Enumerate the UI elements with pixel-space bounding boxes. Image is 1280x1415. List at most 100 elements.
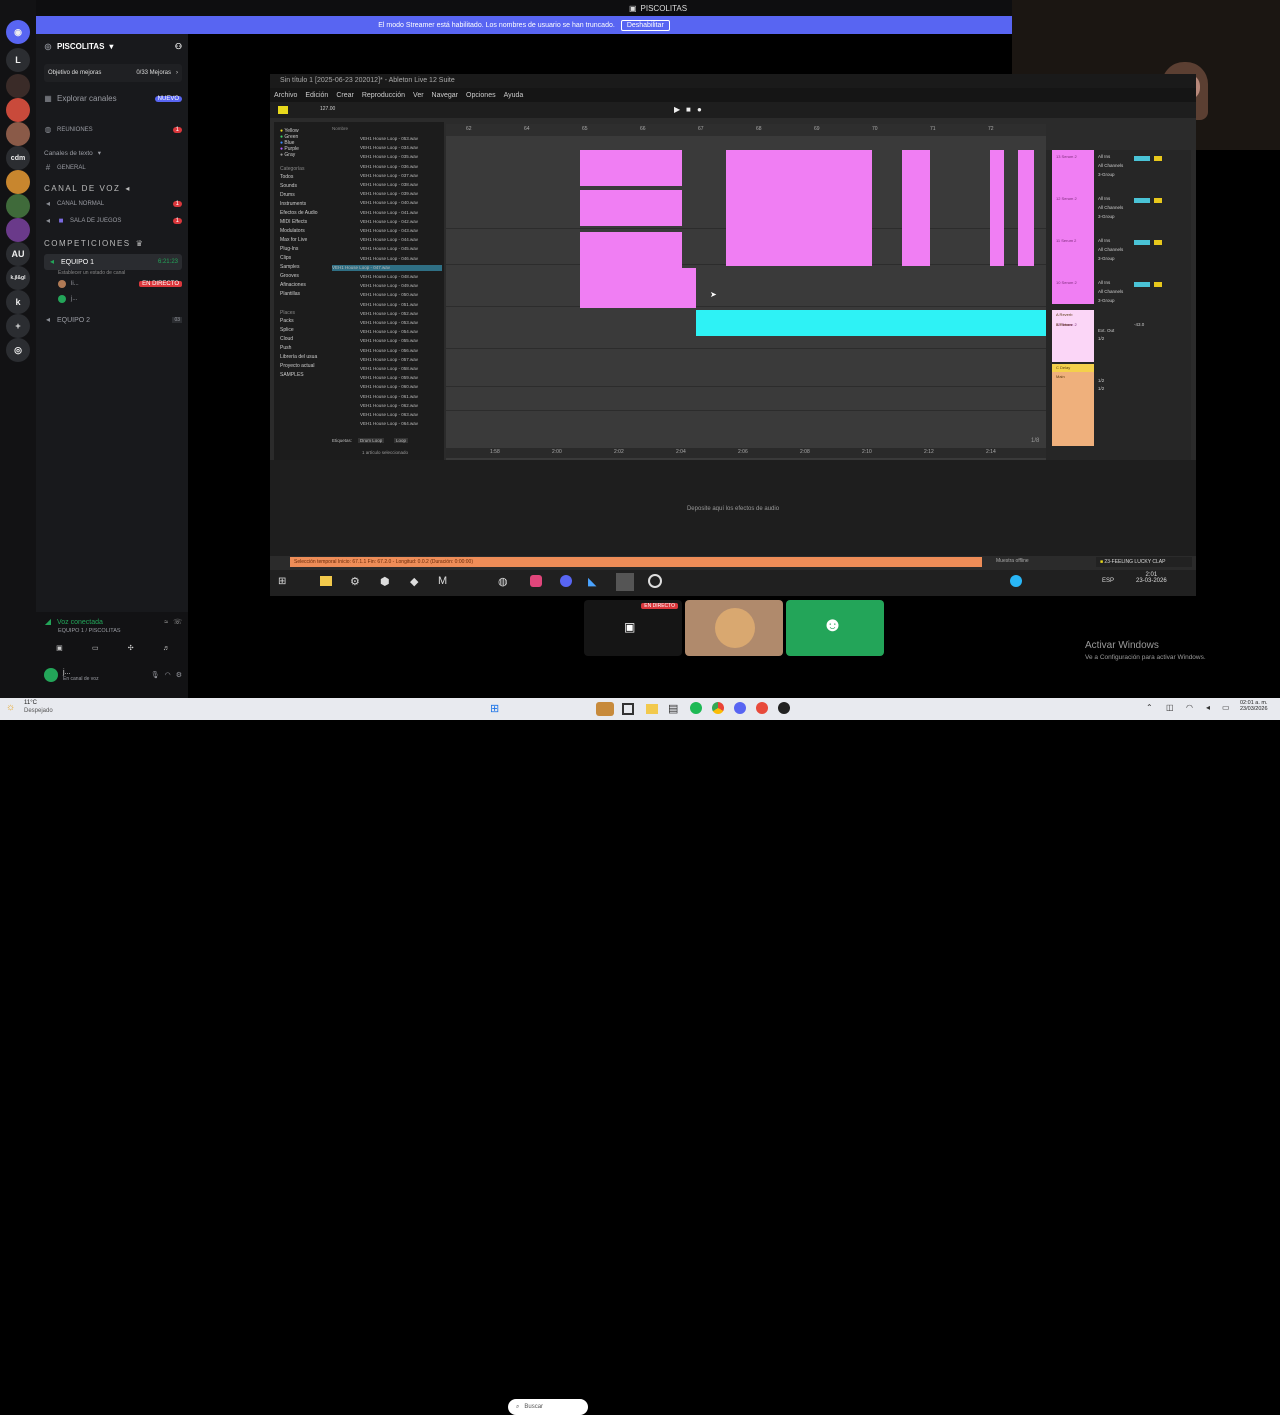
category-item[interactable]: MIDI Effects xyxy=(280,219,307,225)
track-name[interactable]: 13 Serum 2 xyxy=(1056,154,1077,159)
color-tag[interactable]: ● Gray xyxy=(280,152,295,158)
server-avatar-3[interactable] xyxy=(6,122,30,146)
chrome-icon[interactable] xyxy=(712,702,724,714)
file-item[interactable]: VEH1 House Loop - 059.wav xyxy=(360,375,440,381)
return-name[interactable]: B Return xyxy=(1056,322,1072,327)
category-voice[interactable]: CANAL DE VOZ ◂ xyxy=(44,184,182,193)
place-item[interactable]: SAMPLES xyxy=(280,372,304,378)
place-item[interactable]: Splice xyxy=(280,327,294,333)
channel-general[interactable]: # GENERAL xyxy=(44,164,182,172)
disable-streamer-button[interactable]: Deshabilitar xyxy=(620,19,670,31)
boost-goal[interactable]: Objetivo de mejoras 0/33 Mejoras › xyxy=(44,64,182,82)
menu-ver[interactable]: Ver xyxy=(413,92,424,99)
io-selector[interactable]: 3-Group xyxy=(1098,172,1115,177)
chevron-up-icon[interactable]: ⌃ xyxy=(1146,703,1153,712)
main-track[interactable] xyxy=(1052,372,1094,446)
server-k[interactable]: k xyxy=(6,290,30,314)
menu-reproduccion[interactable]: Reproducción xyxy=(362,92,405,99)
return-name[interactable]: C Delay xyxy=(1056,365,1070,370)
io-selector[interactable]: 3-Group xyxy=(1098,214,1115,219)
search-box[interactable]: ⌕ Buscar xyxy=(508,1399,588,1415)
return-name[interactable]: Main xyxy=(1056,374,1065,379)
system-clock[interactable]: 02:01 a. m. 23/03/2026 xyxy=(1240,700,1268,712)
file-item[interactable]: VEH1 House Loop - 060.wav xyxy=(360,384,440,390)
battery-icon[interactable]: ▭ xyxy=(1222,703,1230,712)
server-avatar-6[interactable] xyxy=(6,218,30,242)
file-item[interactable]: VEH1 House Loop - 052.wav xyxy=(360,311,440,317)
send-knob[interactable] xyxy=(1134,282,1150,287)
io-selector[interactable]: All Channels xyxy=(1098,205,1123,210)
file-item[interactable]: VEH1 House Loop - 064.wav xyxy=(360,421,440,427)
file-item[interactable]: VEH1 House Loop - 038.wav xyxy=(360,182,440,188)
camera-icon[interactable]: ▣ xyxy=(56,644,63,652)
server-avatar-1[interactable] xyxy=(6,74,30,98)
io-selector[interactable]: All Ins xyxy=(1098,280,1110,285)
send-knob[interactable] xyxy=(1134,198,1150,203)
midi-clip[interactable] xyxy=(726,150,872,266)
io-selector[interactable]: 3-Group xyxy=(1098,298,1115,303)
midi-clip[interactable] xyxy=(1018,150,1034,266)
file-item[interactable]: VEH1 House Loop - 053.wav xyxy=(360,320,440,326)
menu-crear[interactable]: Crear xyxy=(336,92,354,99)
return-name[interactable]: A Reverb xyxy=(1056,312,1072,317)
server-cdm[interactable]: cdm xyxy=(6,146,30,170)
category-item[interactable]: Todos xyxy=(280,174,293,180)
file-item[interactable]: VEH1 House Loop - 046.wav xyxy=(360,256,440,262)
file-item[interactable]: VEH1 House Loop - 039.wav xyxy=(360,191,440,197)
category-item[interactable]: Instruments xyxy=(280,201,306,207)
bar-ruler[interactable]: 62 64 65 66 67 68 69 70 71 72 xyxy=(446,124,1046,136)
channel-canal-normal[interactable]: ◂ CANAL NORMAL 1 xyxy=(44,200,182,208)
place-item[interactable]: Cloud xyxy=(280,336,293,342)
file-item[interactable]: VEH1 House Loop - 061.wav xyxy=(360,394,440,400)
track-name[interactable]: 12 Serum 2 xyxy=(1056,196,1077,201)
io-selector[interactable]: All Ins xyxy=(1098,196,1110,201)
io-selector[interactable]: 1/2 xyxy=(1098,386,1104,391)
file-item[interactable]: VEH1 House Loop - 051.wav xyxy=(360,302,440,308)
channel-equipo-2[interactable]: ◂ EQUIPO 2 03 xyxy=(44,316,182,324)
return-tracks[interactable] xyxy=(1052,310,1094,362)
network-icon[interactable]: ◫ xyxy=(1166,703,1174,712)
windows-start-icon[interactable]: ⊞ xyxy=(490,702,499,715)
wifi-icon[interactable]: ◠ xyxy=(1186,703,1193,712)
io-selector[interactable]: All Ins xyxy=(1098,154,1110,159)
file-item[interactable]: VEH1 House Loop - 048.wav xyxy=(360,274,440,280)
add-server-icon[interactable]: + xyxy=(6,314,30,338)
category-item[interactable]: Efectos de Audio xyxy=(280,210,318,216)
file-item[interactable]: VEH1 House Loop - 062.wav xyxy=(360,403,440,409)
discord-home-icon[interactable]: ◉ xyxy=(6,20,30,44)
place-item[interactable]: Push xyxy=(280,345,291,351)
category-item[interactable]: Drums xyxy=(280,192,295,198)
category-item[interactable]: Clips xyxy=(280,255,291,261)
media-player-icon[interactable] xyxy=(778,702,790,714)
noise-suppression-icon[interactable]: ≈ xyxy=(164,619,168,626)
device-view[interactable]: Deposite aquí los efectos de audio xyxy=(270,460,1196,556)
tag-drum-loop[interactable]: Drum Loop xyxy=(358,438,385,443)
spotify-icon[interactable] xyxy=(690,702,702,714)
explore-channels[interactable]: ▦ Explorar canales NUEVO xyxy=(44,94,182,103)
file-item[interactable]: VEH1 House Loop - 054.wav xyxy=(360,329,440,335)
place-item[interactable]: Proyecto actual xyxy=(280,363,314,369)
category-item[interactable]: Modulators xyxy=(280,228,305,234)
send-knob[interactable] xyxy=(1134,240,1150,245)
mute-button[interactable] xyxy=(1154,156,1162,161)
widgets-icon[interactable] xyxy=(596,702,614,716)
midi-clip[interactable] xyxy=(902,150,930,266)
menu-edicion[interactable]: Edición xyxy=(305,92,328,99)
midi-clip[interactable] xyxy=(580,232,682,268)
category-item[interactable]: Plug-Ins xyxy=(280,246,298,252)
track-name[interactable]: 11 Serum 2 xyxy=(1056,238,1076,243)
participant-stream-tile[interactable]: EN DIRECTO ▣ xyxy=(584,600,682,656)
headphones-icon[interactable]: ◠ xyxy=(165,671,171,679)
io-selector[interactable]: All Ins xyxy=(1098,238,1110,243)
gear-icon[interactable]: ⚙ xyxy=(176,671,182,679)
file-item[interactable]: VEH1 House Loop - 058.wav xyxy=(360,366,440,372)
participant-tile-avatar[interactable] xyxy=(685,600,783,656)
task-view-icon[interactable] xyxy=(622,703,634,715)
tempo-display[interactable]: 127.00 xyxy=(320,106,335,112)
io-selector[interactable]: All Channels xyxy=(1098,289,1123,294)
add-member-icon[interactable]: ⚇ xyxy=(175,42,182,51)
channel-reuniones[interactable]: ◍ REUNIONES 1 xyxy=(44,126,182,134)
server-header[interactable]: ◎ PISCOLITAS ▾ ⚇ xyxy=(44,42,183,51)
arrangement-view[interactable]: 62 64 65 66 67 68 69 70 71 72 ➤ 1/8 1:58 2:00 2:02 2… xyxy=(446,124,1048,460)
participant-tile-discord[interactable]: ☻ xyxy=(786,600,884,656)
